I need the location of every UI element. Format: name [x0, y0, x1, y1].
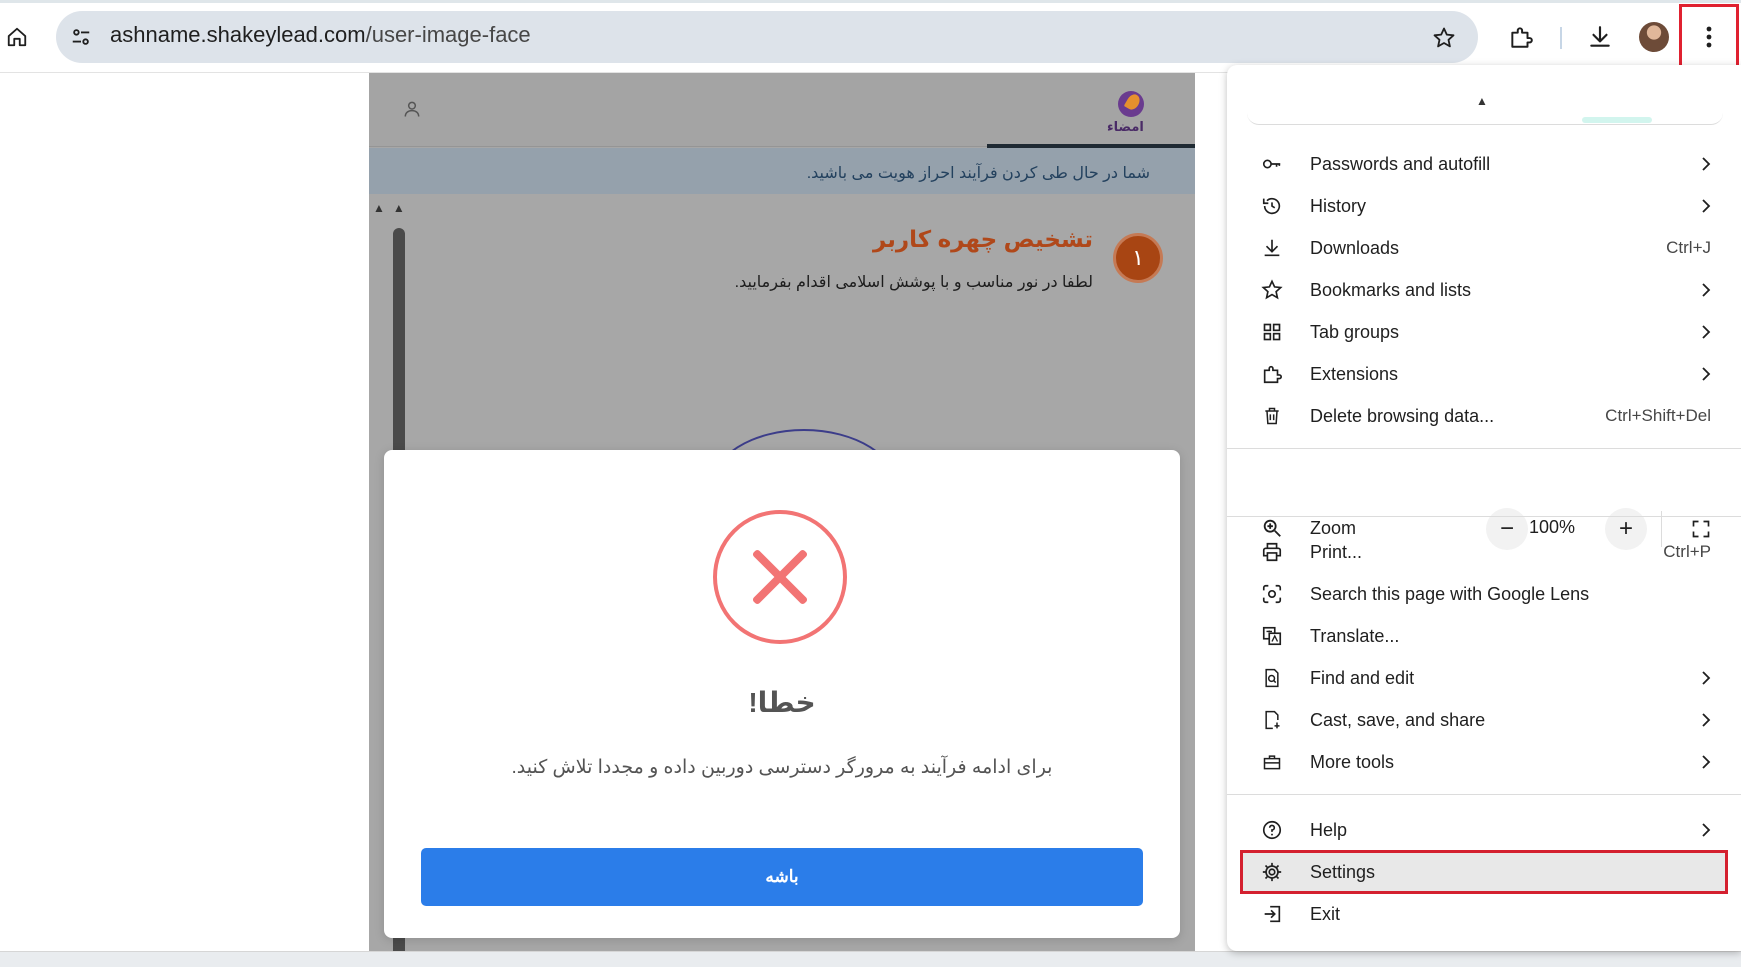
menu-item-google-lens[interactable]: Search this page with Google Lens: [1227, 573, 1741, 615]
tab-groups-icon: [1261, 321, 1283, 343]
error-x-icon: [713, 510, 847, 644]
menu-item-extensions[interactable]: Extensions: [1227, 353, 1741, 395]
lens-icon: [1261, 583, 1283, 605]
home-icon[interactable]: [4, 24, 30, 50]
help-icon: [1261, 819, 1283, 841]
chevron-right-icon: [1701, 366, 1711, 387]
history-icon: [1261, 195, 1283, 217]
key-icon: [1261, 153, 1283, 175]
menu-item-history[interactable]: History: [1227, 185, 1741, 227]
menu-item-label: Downloads: [1310, 237, 1400, 258]
menu-item-passwords[interactable]: Passwords and autofill: [1227, 143, 1741, 185]
ok-button[interactable]: باشه: [421, 848, 1143, 906]
dialog-message: برای ادامه فرآیند به مرورگر دسترسی دوربی…: [511, 757, 1053, 778]
browser-toolbar: ashname.shakeylead.com/user-image-face: [0, 0, 1741, 73]
menu-divider: [1227, 794, 1741, 795]
menu-item-shortcut: Ctrl+J: [1666, 238, 1711, 257]
menu-item-shortcut: Ctrl+P: [1663, 542, 1711, 561]
chevron-right-icon: [1701, 822, 1711, 843]
trash-icon: [1261, 405, 1283, 427]
menu-item-label: Tab groups: [1310, 321, 1400, 342]
extensions-icon[interactable]: [1507, 23, 1535, 51]
menu-item-print[interactable]: Print... Ctrl+P: [1227, 531, 1741, 573]
menu-item-label: Translate...: [1310, 625, 1400, 646]
menu-item-label: More tools: [1310, 751, 1395, 772]
scroll-up-arrows-icon[interactable]: ▲▲: [373, 201, 413, 215]
url-text[interactable]: ashname.shakeylead.com/user-image-face: [110, 22, 531, 48]
menu-item-label: Cast, save, and share: [1310, 709, 1486, 730]
toolbar-top-border: [0, 0, 1741, 3]
menu-item-cast-save-share[interactable]: Cast, save, and share: [1227, 699, 1741, 741]
dialog-title: خطا!: [748, 687, 816, 718]
menu-item-help[interactable]: Help: [1227, 809, 1741, 851]
menu-item-find-and-edit[interactable]: Find and edit: [1227, 657, 1741, 699]
menu-item-label: Print...: [1310, 541, 1363, 562]
chevron-right-icon: [1701, 156, 1711, 177]
chevron-right-icon: [1701, 324, 1711, 345]
menu-item-more-tools[interactable]: More tools: [1227, 741, 1741, 783]
profile-row[interactable]: [1247, 107, 1723, 125]
site-header: [369, 73, 1195, 147]
site-info-icon[interactable]: [68, 24, 94, 50]
profile-avatar[interactable]: [1639, 22, 1669, 52]
menu-item-label: Passwords and autofill: [1310, 153, 1491, 174]
taskbar-strip: [0, 951, 1741, 967]
chevron-right-icon: [1701, 712, 1711, 733]
menu-item-label: Exit: [1310, 903, 1341, 924]
browser-menu: ▲ Passwords and autofill History Downloa…: [1227, 65, 1741, 951]
print-icon: [1261, 541, 1283, 563]
url-path: /user-image-face: [365, 22, 531, 47]
download-icon[interactable]: [1586, 23, 1614, 51]
menu-caret-icon: ▲: [1476, 94, 1488, 108]
error-dialog: خطا! برای ادامه فرآیند به مرورگر دسترسی …: [384, 450, 1180, 938]
chevron-right-icon: [1701, 282, 1711, 303]
toolbox-icon: [1261, 751, 1283, 773]
menu-item-label: Help: [1310, 819, 1348, 840]
menu-item-label: Find and edit: [1310, 667, 1415, 688]
notice-text: شما در حال طی کردن فرآیند احراز هویت می …: [806, 165, 1150, 182]
menu-item-settings[interactable]: Settings: [1227, 851, 1741, 893]
site-logo-icon: [1118, 91, 1144, 117]
menu-item-label: History: [1310, 195, 1367, 216]
menu-item-translate[interactable]: Translate...: [1227, 615, 1741, 657]
translate-icon: [1261, 625, 1283, 647]
menu-item-label: Settings: [1310, 861, 1376, 882]
menu-item-downloads[interactable]: Downloads Ctrl+J: [1227, 227, 1741, 269]
find-icon: [1261, 667, 1283, 689]
menu-item-bookmarks[interactable]: Bookmarks and lists: [1227, 269, 1741, 311]
step-number-badge: ۱: [1113, 233, 1163, 283]
step-description: لطفا در نور مناسب و با پوشش اسلامی اقدام…: [734, 274, 1093, 291]
chevron-right-icon: [1701, 754, 1711, 775]
cast-icon: [1261, 709, 1283, 731]
exit-icon: [1261, 903, 1283, 925]
menu-divider: [1227, 448, 1741, 449]
menu-item-label: Bookmarks and lists: [1310, 279, 1472, 300]
toolbar-separator: [1560, 27, 1562, 49]
menu-divider: [1227, 516, 1741, 517]
star-icon: [1261, 279, 1283, 301]
site-logo-text: امضاء: [1107, 119, 1144, 134]
gear-icon: [1261, 861, 1283, 883]
extensions-icon: [1261, 363, 1283, 385]
url-host: ashname.shakeylead.com: [110, 22, 366, 47]
menu-item-delete-browsing-data[interactable]: Delete browsing data... Ctrl+Shift+Del: [1227, 395, 1741, 437]
download-icon: [1261, 237, 1283, 259]
chevron-right-icon: [1701, 670, 1711, 691]
bookmark-star-icon[interactable]: [1430, 24, 1458, 52]
menu-item-label: Extensions: [1310, 363, 1399, 384]
menu-item-label: Delete browsing data...: [1310, 405, 1495, 426]
menu-item-shortcut: Ctrl+Shift+Del: [1605, 406, 1711, 425]
menu-item-tab-groups[interactable]: Tab groups: [1227, 311, 1741, 353]
step-title: تشخیص چهره کاربر: [872, 226, 1093, 252]
menu-item-exit[interactable]: Exit: [1227, 893, 1741, 935]
user-icon[interactable]: [402, 99, 422, 124]
chevron-right-icon: [1701, 198, 1711, 219]
menu-item-label: Search this page with Google Lens: [1310, 583, 1590, 604]
